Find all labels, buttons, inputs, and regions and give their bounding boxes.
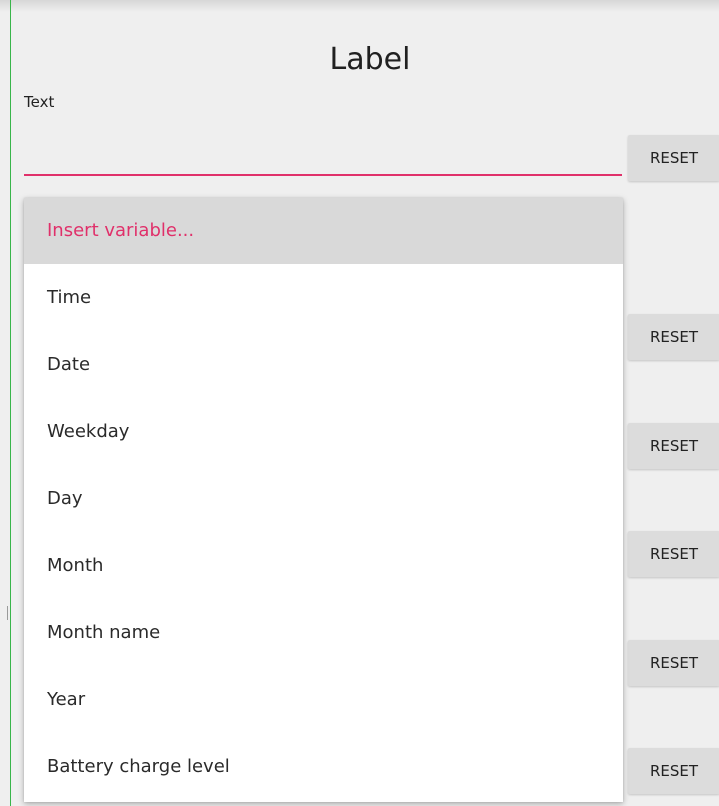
- menu-item-year[interactable]: Year: [24, 666, 623, 733]
- menu-item-weekday[interactable]: Weekday: [24, 398, 623, 465]
- text-input[interactable]: [24, 130, 622, 176]
- menu-item-month[interactable]: Month: [24, 532, 623, 599]
- menu-item-day[interactable]: Day: [24, 465, 623, 532]
- menu-item-date[interactable]: Date: [24, 331, 623, 398]
- reset-button-text[interactable]: RESET: [628, 135, 719, 181]
- label-settings-dialog: Label Text RESET RESET RESET RESET RESET…: [0, 0, 719, 806]
- reset-button-3[interactable]: RESET: [628, 423, 719, 469]
- reset-button-5[interactable]: RESET: [628, 640, 719, 686]
- menu-item-time[interactable]: Time: [24, 264, 623, 331]
- reset-button-4[interactable]: RESET: [628, 531, 719, 577]
- menu-item-battery-charge-level[interactable]: Battery charge level: [24, 733, 623, 800]
- insert-variable-popup-menu: Insert variable... Time Date Weekday Day…: [24, 198, 623, 802]
- reset-button-2[interactable]: RESET: [628, 314, 719, 360]
- resize-handle[interactable]: [7, 606, 8, 620]
- reset-button-6[interactable]: RESET: [628, 748, 719, 794]
- text-field-label: Text: [24, 93, 55, 111]
- window-edge-line: [10, 0, 11, 806]
- top-edge-shadow: [0, 0, 719, 12]
- dialog-title: Label: [329, 42, 411, 77]
- insert-variable-header[interactable]: Insert variable...: [24, 198, 623, 264]
- menu-item-month-name[interactable]: Month name: [24, 599, 623, 666]
